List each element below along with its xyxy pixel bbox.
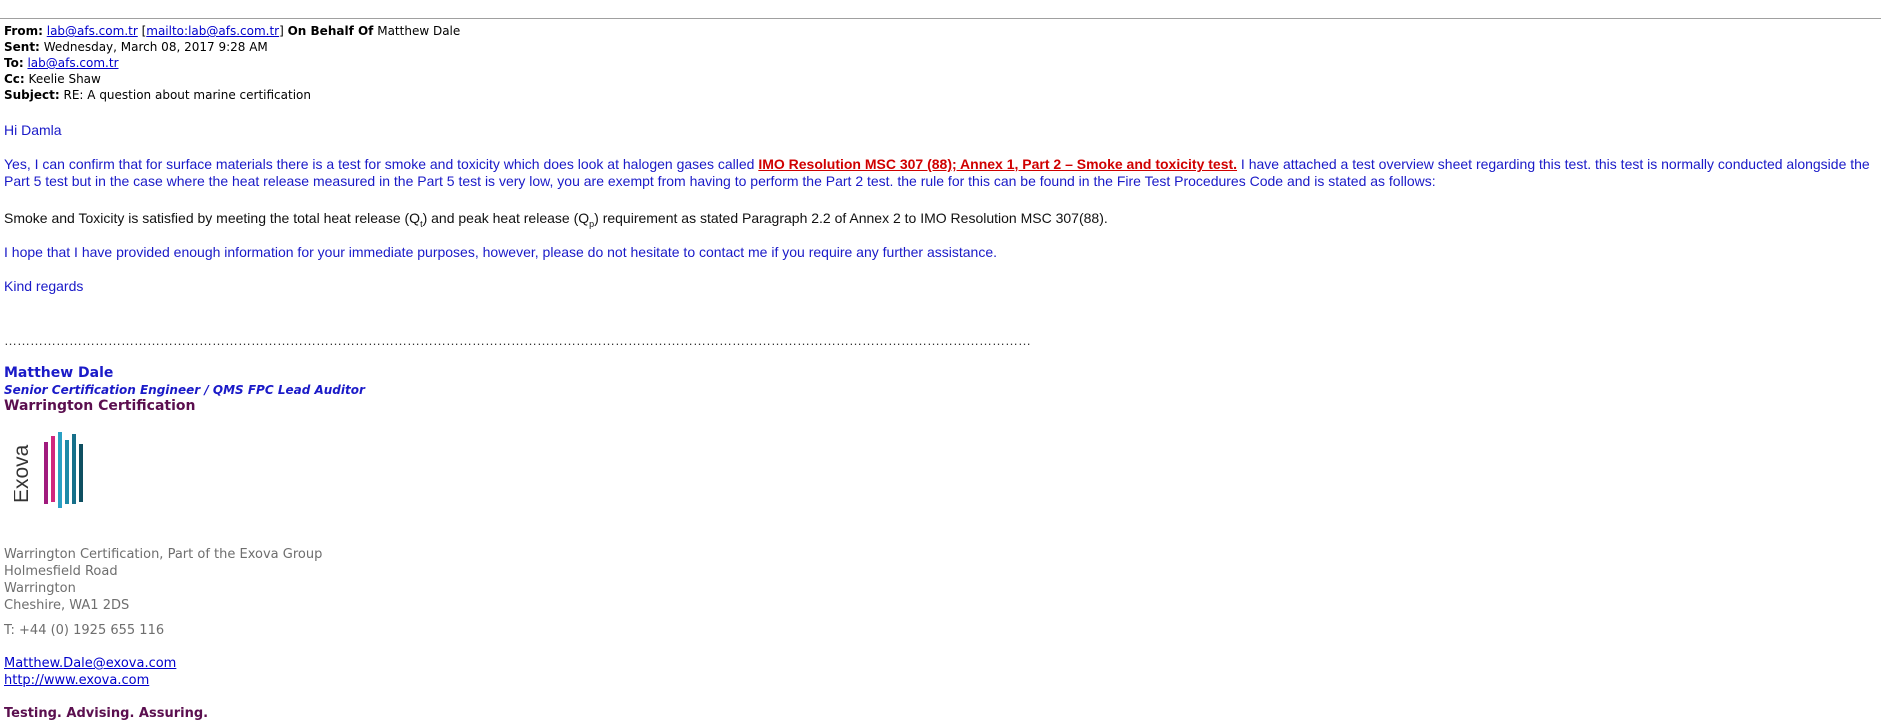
paragraph-3: I hope that I have provided enough infor… bbox=[4, 244, 998, 260]
email-view: From: lab@afs.com.tr [mailto:lab@afs.com… bbox=[0, 0, 1881, 724]
logo-bar bbox=[51, 436, 55, 502]
logo-bar bbox=[58, 432, 62, 508]
address-line-2: Holmesfield Road bbox=[4, 564, 118, 579]
from-label: From: bbox=[4, 24, 43, 38]
subject-line: Subject: RE: A question about marine cer… bbox=[4, 87, 460, 103]
signature-website-link[interactable]: http://www.exova.com bbox=[4, 673, 149, 688]
paragraph-2-part-b: ) and peak heat release (Q bbox=[422, 210, 590, 226]
address-line-4: Cheshire, WA1 2DS bbox=[4, 598, 130, 613]
greeting: Hi Damla bbox=[4, 122, 62, 138]
logo-wordmark: Exova bbox=[14, 444, 33, 503]
paragraph-1: Yes, I can confirm that for surface mate… bbox=[4, 156, 1876, 190]
cc-value: Keelie Shaw bbox=[28, 72, 101, 86]
to-line: To: lab@afs.com.tr bbox=[4, 55, 460, 71]
paragraph-2-part-a: Smoke and Toxicity is satisfied by meeti… bbox=[4, 210, 421, 226]
signature-divider: …………………………………………………………………………………………………………… bbox=[4, 333, 1031, 348]
paragraph-2-part-c: ) requirement as stated Paragraph 2.2 of… bbox=[594, 210, 1108, 226]
address-line-3: Warrington bbox=[4, 581, 76, 596]
paragraph-1-before: Yes, I can confirm that for surface mate… bbox=[4, 156, 759, 172]
address-line-1: Warrington Certification, Part of the Ex… bbox=[4, 547, 323, 562]
sent-label: Sent: bbox=[4, 40, 40, 54]
logo-bar bbox=[44, 442, 48, 504]
to-label: To: bbox=[4, 56, 24, 70]
exova-logo: Exova bbox=[14, 432, 83, 508]
on-behalf-name: Matthew Dale bbox=[377, 24, 461, 38]
header-divider bbox=[0, 18, 1881, 19]
email-header: From: lab@afs.com.tr [mailto:lab@afs.com… bbox=[4, 23, 460, 103]
sent-value: Wednesday, March 08, 2017 9:28 AM bbox=[43, 40, 268, 54]
to-email-link[interactable]: lab@afs.com.tr bbox=[27, 56, 118, 70]
phone-number: T: +44 (0) 1925 655 116 bbox=[4, 623, 165, 638]
paragraph-2: Smoke and Toxicity is satisfied by meeti… bbox=[4, 210, 1876, 233]
sent-line: Sent: Wednesday, March 08, 2017 9:28 AM bbox=[4, 39, 460, 55]
signature-company: Warrington Certification bbox=[4, 398, 196, 414]
closing: Kind regards bbox=[4, 278, 84, 294]
signature-name: Matthew Dale bbox=[4, 365, 114, 381]
logo-bar bbox=[65, 440, 69, 504]
subject-label: Subject: bbox=[4, 88, 60, 102]
cc-label: Cc: bbox=[4, 72, 25, 86]
from-line: From: lab@afs.com.tr [mailto:lab@afs.com… bbox=[4, 24, 461, 38]
signature-email-link[interactable]: Matthew.Dale@exova.com bbox=[4, 656, 176, 671]
from-email-link[interactable]: lab@afs.com.tr bbox=[47, 24, 138, 38]
signature-title: Senior Certification Engineer / QMS FPC … bbox=[4, 383, 365, 397]
logo-bar bbox=[72, 434, 76, 504]
subject-value: RE: A question about marine certificatio… bbox=[63, 88, 311, 102]
from-mailto-link[interactable]: mailto:lab@afs.com.tr bbox=[146, 24, 279, 38]
imo-resolution-link[interactable]: IMO Resolution MSC 307 (88); Annex 1, Pa… bbox=[758, 156, 1237, 172]
signature-tagline: Testing. Advising. Assuring. bbox=[4, 706, 209, 721]
logo-bar bbox=[79, 444, 83, 502]
cc-line: Cc: Keelie Shaw bbox=[4, 71, 460, 87]
on-behalf-label: On Behalf Of bbox=[287, 24, 374, 38]
